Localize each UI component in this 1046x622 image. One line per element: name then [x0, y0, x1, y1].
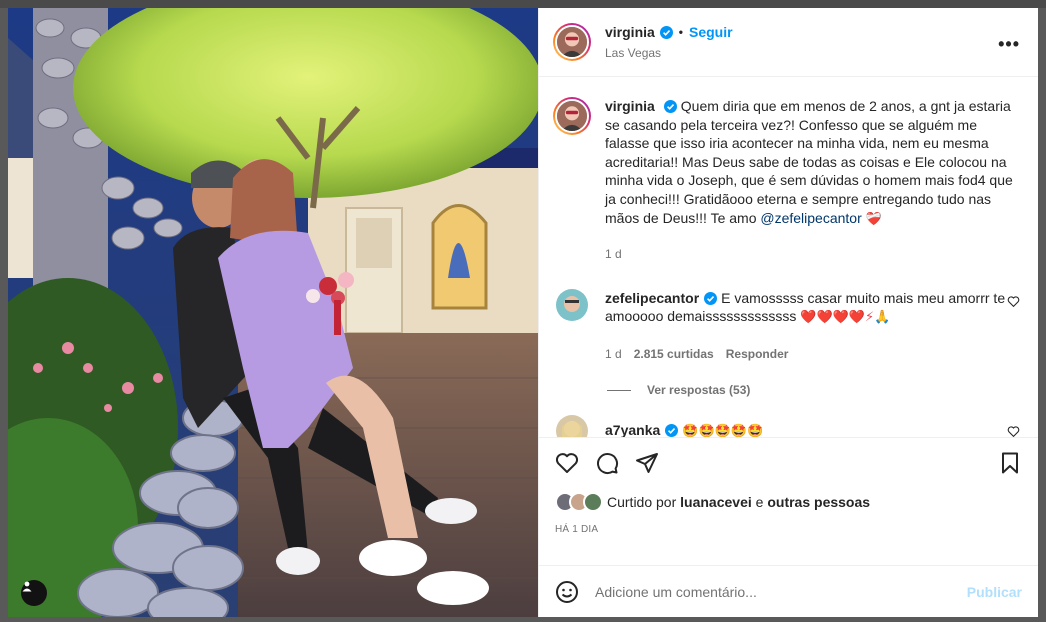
post-location[interactable]: Las Vegas: [605, 46, 733, 60]
verified-badge-icon: [665, 424, 679, 438]
comment-meta: 1 d 2.815 curtidas Responder: [605, 347, 1022, 361]
comment-like-heart-icon[interactable]: [1007, 295, 1020, 308]
background-topbar: [0, 0, 1046, 8]
follow-button[interactable]: Seguir: [689, 24, 733, 40]
caption-text: Quem diria que em menos de 2 anos, a gnt…: [605, 98, 1013, 226]
comment-item: a7yanka 🤩🤩🤩🤩🤩: [553, 415, 1022, 438]
reply-button[interactable]: Responder: [726, 347, 789, 361]
post-header: virginia • Seguir Las Vegas •••: [539, 8, 1038, 78]
comment-likes-count[interactable]: 2.815 curtidas: [634, 347, 714, 361]
post-actions-area: Curtido por luanacevei e outras pessoas …: [539, 437, 1038, 617]
view-replies-button[interactable]: Ver respostas (53): [607, 383, 1022, 397]
tag-user-icon[interactable]: [21, 580, 47, 606]
publish-button[interactable]: Publicar: [967, 584, 1022, 600]
add-comment-bar: Adicione um comentário... Publicar: [539, 565, 1038, 617]
post-caption: virginia Quem diria que em menos de 2 ano…: [553, 97, 1022, 229]
post-time[interactable]: HÁ 1 DIA: [539, 524, 1038, 535]
comment-emoji: ❤️❤️❤️❤️⚡🙏: [800, 310, 891, 326]
comments-section: virginia Quem diria que em menos de 2 ano…: [539, 77, 1038, 438]
author-avatar[interactable]: [553, 23, 591, 61]
caption-username[interactable]: virginia: [605, 98, 655, 114]
replies-divider: [607, 389, 631, 391]
heart-icon[interactable]: [555, 451, 579, 475]
caption-time[interactable]: 1 d: [605, 247, 1022, 261]
comment-icon[interactable]: [595, 451, 619, 475]
commenter-avatar[interactable]: [556, 289, 588, 322]
header-separator: •: [678, 25, 683, 39]
post-side-panel: virginia • Seguir Las Vegas ••• virginia…: [538, 8, 1038, 617]
comment-time[interactable]: 1 d: [605, 347, 622, 361]
verified-badge-icon: [659, 25, 673, 39]
caption-mention-link[interactable]: @zefelipecantor: [760, 210, 861, 226]
liked-by-summary: Curtido por luanacevei e outras pessoas: [539, 492, 1038, 513]
verified-badge-icon: [663, 100, 677, 114]
commenter-avatar[interactable]: [556, 415, 588, 438]
post-modal: virginia • Seguir Las Vegas ••• virginia…: [8, 8, 1038, 617]
liked-by-others[interactable]: outras pessoas: [767, 494, 870, 510]
liked-by-prefix: Curtido por: [607, 494, 677, 511]
comment-username[interactable]: a7yanka: [605, 422, 660, 437]
comment-emoji: 🤩🤩🤩🤩🤩: [682, 424, 764, 438]
comment-username[interactable]: zefelipecantor: [605, 290, 699, 306]
liked-by-user[interactable]: luanacevei: [680, 494, 752, 510]
wedding-photo-illustration: [8, 8, 538, 617]
share-icon[interactable]: [635, 451, 659, 475]
action-bar: [539, 438, 1038, 488]
post-photo: [8, 8, 538, 617]
emoji-icon[interactable]: [555, 580, 579, 604]
comment-input[interactable]: Adicione um comentário...: [595, 584, 967, 600]
bookmark-icon[interactable]: [998, 451, 1022, 475]
liked-by-conjunction: e: [755, 494, 764, 511]
verified-badge-icon: [704, 292, 718, 306]
caption-emoji: ❤️‍🩹: [865, 211, 882, 227]
comment-like-heart-icon[interactable]: [1007, 425, 1020, 438]
liked-by-avatars[interactable]: [555, 492, 603, 513]
comment-item: zefelipecantor E vamosssss casar muito ma…: [553, 289, 1022, 327]
more-options-icon[interactable]: •••: [998, 34, 1020, 55]
view-replies-label: Ver respostas (53): [647, 383, 751, 398]
author-username[interactable]: virginia: [605, 24, 655, 40]
caption-author-avatar[interactable]: [553, 97, 591, 136]
